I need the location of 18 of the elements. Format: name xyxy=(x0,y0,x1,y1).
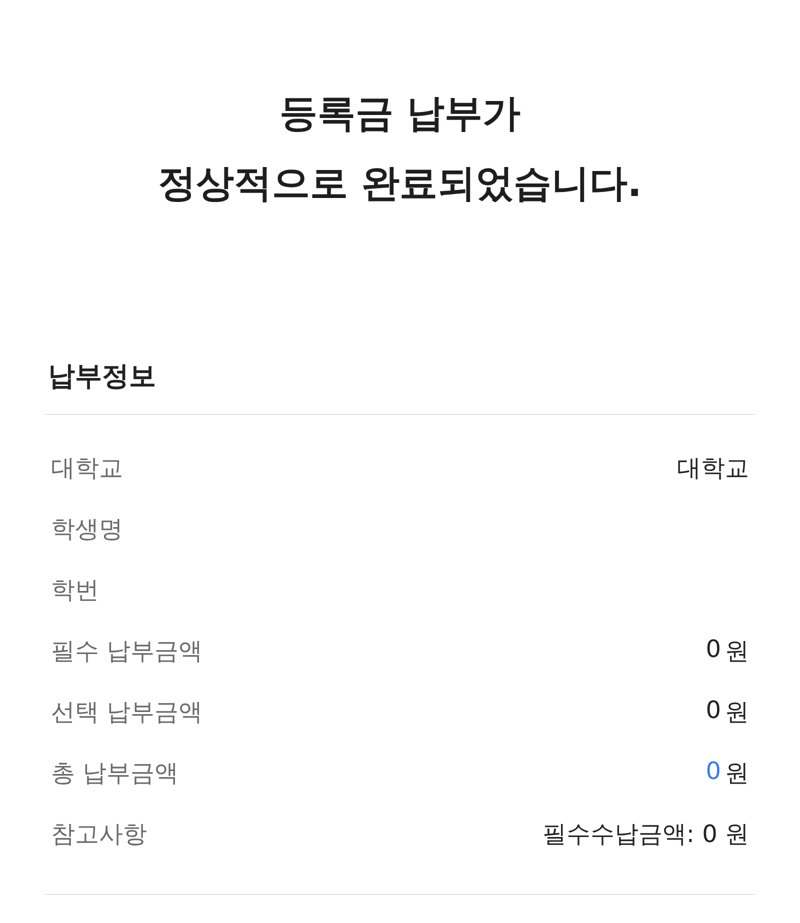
row-label: 총 납부금액 xyxy=(51,758,179,788)
row-value: 대학교 xyxy=(677,452,749,484)
currency-unit: 원 xyxy=(725,636,749,666)
row-label: 선택 납부금액 xyxy=(51,696,203,728)
headline-text: 정상적으로 완료되었습니다. xyxy=(157,160,643,207)
row-label: 학생명 xyxy=(51,514,123,544)
row-label: 학번 xyxy=(51,574,99,606)
currency-unit: 원 xyxy=(725,758,749,788)
row-value: 필수수납금액: 0 원 xyxy=(542,818,749,850)
amount-number: 0 xyxy=(706,696,721,726)
row-label: 필수 납부금액 xyxy=(51,636,203,666)
amount-number: 0 xyxy=(706,634,721,664)
row-label: 참고사항 xyxy=(51,818,147,850)
section-title: 납부정보 xyxy=(45,358,755,415)
amount-number: 0 xyxy=(706,756,721,786)
currency-unit: 원 xyxy=(725,696,749,728)
headline-text: 등록금 납부가 xyxy=(278,90,522,137)
row-label: 대학교 xyxy=(51,452,123,484)
